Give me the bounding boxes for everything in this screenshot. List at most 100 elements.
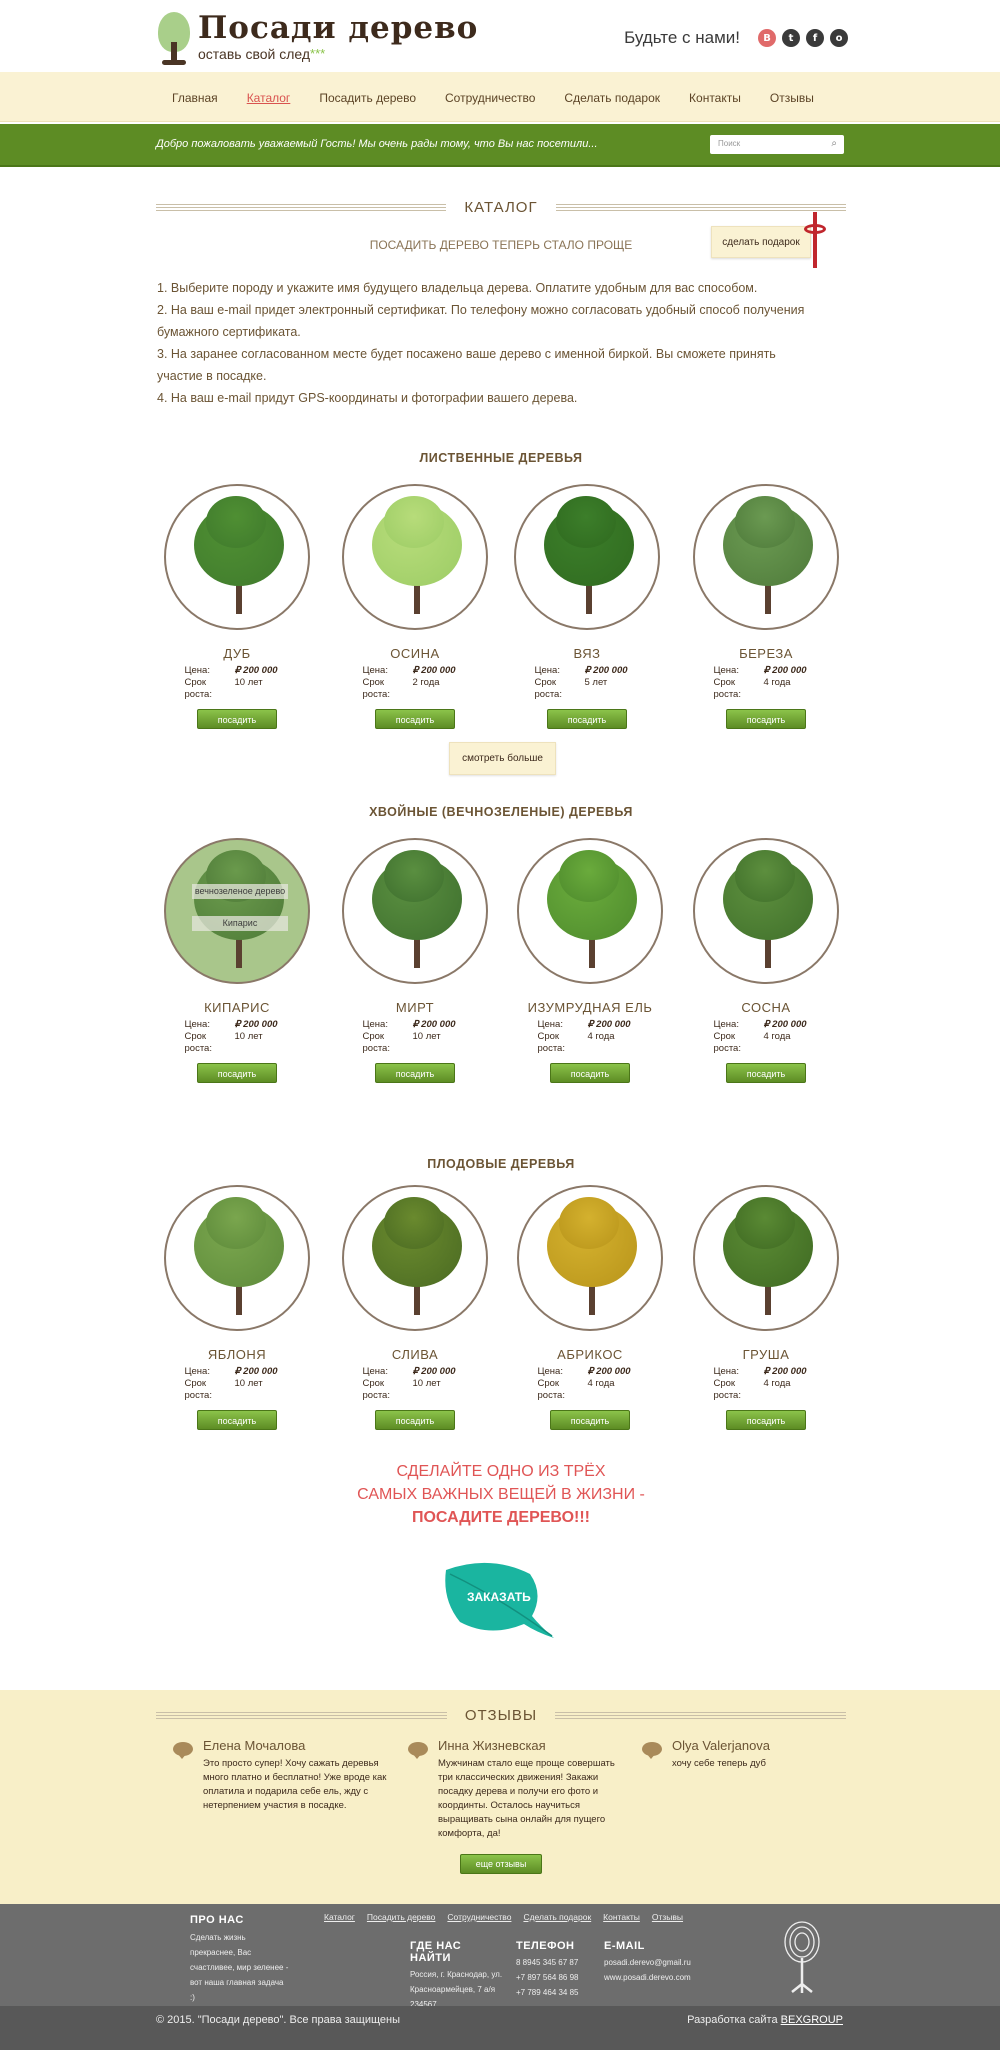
growth-label: Срок роста: <box>362 677 390 700</box>
tree-card[interactable]: СЛИВА Цена: ₽ 200 000 Срок роста: 10 лет поса… <box>340 1185 490 1430</box>
price-label: Цена: <box>184 1019 210 1030</box>
plant-button[interactable]: посадить <box>726 1410 806 1430</box>
footer-link[interactable]: Сотрудничество <box>447 1912 511 1922</box>
footer-link[interactable]: Сделать подарок <box>523 1912 591 1922</box>
growth-label: Срок роста: <box>713 1031 741 1054</box>
tree-name: ЯБЛОНЯ <box>207 1347 267 1362</box>
tree-image[interactable] <box>164 484 310 630</box>
tree-card[interactable]: вечнозеленое дерево Кипарис КИПАРИС Цена: ₽ … <box>162 838 312 1083</box>
price-label: Цена: <box>713 1019 739 1030</box>
tree-card[interactable]: СОСНА Цена: ₽ 200 000 Срок роста: 4 года поса… <box>691 838 841 1083</box>
tree-growth: 10 лет <box>234 1378 263 1389</box>
order-button-label[interactable]: ЗАКАЗАТЬ <box>467 1590 531 1604</box>
footer-link[interactable]: Посадить дерево <box>367 1912 436 1922</box>
logo[interactable]: Посади дерево оставь свой след*** <box>156 10 478 68</box>
nav-item[interactable]: Отзывы <box>770 90 814 106</box>
price-label: Цена: <box>362 665 388 676</box>
tree-image[interactable] <box>693 838 839 984</box>
plant-button[interactable]: посадить <box>197 709 277 729</box>
tree-name: ИЗУМРУДНАЯ ЕЛЬ <box>527 1000 653 1015</box>
tree-price: ₽ 200 000 <box>587 1366 631 1377</box>
tree-growth: 10 лет <box>412 1031 441 1042</box>
website-link[interactable]: www.posadi.derevo.com <box>604 1970 691 1985</box>
tree-card[interactable]: ГРУША Цена: ₽ 200 000 Срок роста: 4 года поса… <box>691 1185 841 1430</box>
tree-name: АБРИКОС <box>557 1347 623 1362</box>
tree-price: ₽ 200 000 <box>412 1019 456 1030</box>
tree-card[interactable]: ДУБ Цена: ₽ 200 000 Срок роста: 10 лет посади… <box>162 484 312 729</box>
plant-button[interactable]: посадить <box>726 1063 806 1083</box>
more-reviews-button[interactable]: еще отзывы <box>460 1854 542 1874</box>
see-more-button[interactable]: смотреть больше <box>449 742 556 775</box>
tree-image[interactable] <box>514 484 660 630</box>
plant-button[interactable]: посадить <box>375 709 455 729</box>
tree-image[interactable] <box>342 484 488 630</box>
tree-info: Цена: ₽ 200 000 Срок роста: 10 лет <box>363 1019 468 1055</box>
plant-button[interactable]: посадить <box>375 1410 455 1430</box>
tree-price: ₽ 200 000 <box>763 1366 807 1377</box>
footer-bottom-bar <box>0 2006 1000 2050</box>
logo-tree-icon <box>156 10 192 68</box>
phone[interactable]: +7 789 464 34 85 <box>516 1985 579 2000</box>
tree-card[interactable]: МИРТ Цена: ₽ 200 000 Срок роста: 10 лет посад… <box>340 838 490 1083</box>
plant-button[interactable]: посадить <box>726 709 806 729</box>
tree-image[interactable] <box>693 484 839 630</box>
search-icon[interactable]: ⌕ <box>831 138 837 149</box>
tree-card[interactable]: БЕРЕЗА Цена: ₽ 200 000 Срок роста: 4 года пос… <box>691 484 841 729</box>
tree-image[interactable] <box>342 838 488 984</box>
growth-label: Срок роста: <box>184 677 212 700</box>
nav-item[interactable]: Главная <box>172 90 218 106</box>
facebook-icon[interactable]: f <box>806 29 824 47</box>
tree-image[interactable] <box>693 1185 839 1331</box>
phone[interactable]: 8 8945 345 67 87 <box>516 1955 579 1970</box>
tree-image[interactable]: вечнозеленое дерево Кипарис <box>164 838 310 984</box>
footer-link[interactable]: Контакты <box>603 1912 640 1922</box>
plant-button[interactable]: посадить <box>197 1063 277 1083</box>
vk-icon[interactable]: B <box>758 29 776 47</box>
nav-item[interactable]: Каталог <box>247 90 291 106</box>
search-input[interactable]: Поиск ⌕ <box>710 135 844 154</box>
phone-title: ТЕЛЕФОН <box>516 1940 575 1952</box>
footer-link[interactable]: Каталог <box>324 1912 355 1922</box>
tree-price: ₽ 200 000 <box>763 665 807 676</box>
odnoklassniki-icon[interactable]: o <box>830 29 848 47</box>
tree-info: Цена: ₽ 200 000 Срок роста: 4 года <box>714 665 819 701</box>
nav-item[interactable]: Контакты <box>689 90 741 106</box>
email-link[interactable]: posadi.derevo@gmail.ru <box>604 1955 691 1970</box>
step-2: 2. На ваш e-mail придет электронный серт… <box>157 303 805 339</box>
price-label: Цена: <box>713 1366 739 1377</box>
tree-image[interactable] <box>164 1185 310 1331</box>
developer-label: Разработка сайта <box>687 2014 778 2026</box>
plant-button[interactable]: посадить <box>197 1410 277 1430</box>
tree-card[interactable]: АБРИКОС Цена: ₽ 200 000 Срок роста: 4 года по… <box>515 1185 665 1430</box>
nav-item[interactable]: Посадить дерево <box>319 90 416 106</box>
tree-card[interactable]: ЯБЛОНЯ Цена: ₽ 200 000 Срок роста: 10 лет пос… <box>162 1185 312 1430</box>
nav-item[interactable]: Сделать подарок <box>564 90 660 106</box>
review-3: Olya Valerjanova хочу себе теперь дуб <box>642 1738 822 1771</box>
plant-button[interactable]: посадить <box>547 709 627 729</box>
section-title: ЛИСТВЕННЫЕ ДЕРЕВЬЯ <box>419 451 583 465</box>
tree-price: ₽ 200 000 <box>234 1019 278 1030</box>
twitter-icon[interactable]: t <box>782 29 800 47</box>
tree-image[interactable] <box>517 1185 663 1331</box>
footer-link[interactable]: Отзывы <box>652 1912 683 1922</box>
tree-card[interactable]: ИЗУМРУДНАЯ ЕЛЬ Цена: ₽ 200 000 Срок роста: 4… <box>515 838 665 1083</box>
growth-label: Срок роста: <box>713 1378 741 1401</box>
review-author: Olya Valerjanova <box>672 1738 771 1753</box>
nav-item[interactable]: Сотрудничество <box>445 90 535 106</box>
tree-card[interactable]: ОСИНА Цена: ₽ 200 000 Срок роста: 2 года поса… <box>340 484 490 729</box>
tree-image[interactable] <box>342 1185 488 1331</box>
tree-image[interactable] <box>517 838 663 984</box>
tree-card[interactable]: ВЯЗ Цена: ₽ 200 000 Срок роста: 5 лет посадит… <box>512 484 662 729</box>
growth-label: Срок роста: <box>362 1378 390 1401</box>
plant-button[interactable]: посадить <box>550 1063 630 1083</box>
price-label: Цена: <box>537 1019 563 1030</box>
tree-name: ДУБ <box>223 646 251 661</box>
phone[interactable]: +7 897 564 86 98 <box>516 1970 579 1985</box>
tree-growth: 4 года <box>763 1378 791 1389</box>
developer-link[interactable]: BEXGROUP <box>781 2014 843 2026</box>
about-text: Сделать жизнь прекраснее, Вас счастливее… <box>190 1933 289 2002</box>
plant-button[interactable]: посадить <box>550 1410 630 1430</box>
slogan-line-3: ПОСАДИТЕ ДЕРЕВО!!! <box>411 1509 591 1526</box>
plant-button[interactable]: посадить <box>375 1063 455 1083</box>
gift-button[interactable]: сделать подарок <box>711 226 811 258</box>
